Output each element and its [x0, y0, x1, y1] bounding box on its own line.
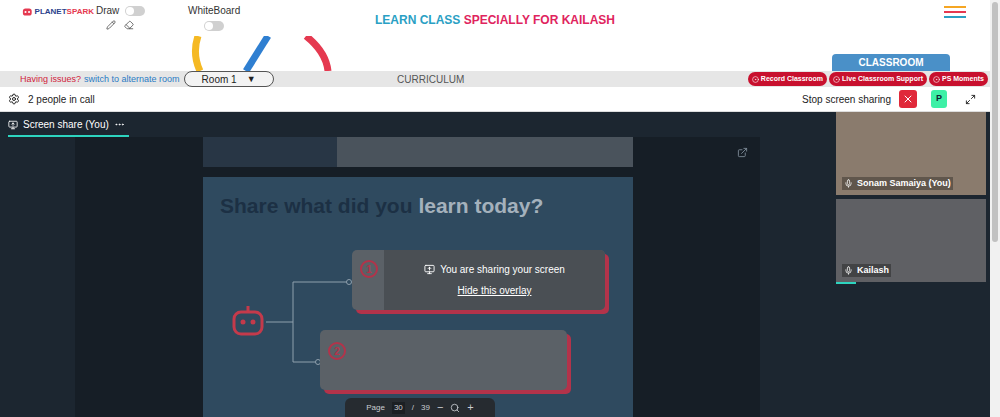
mic-icon[interactable]	[844, 266, 853, 275]
record-icon	[752, 76, 759, 83]
call-bar: 2 people in call Stop screen sharing P	[0, 87, 990, 112]
draw-toggle[interactable]	[125, 6, 145, 16]
stage: Screen share (You) Share what did you lea…	[0, 112, 990, 417]
participant-tile[interactable]: Kailash	[836, 199, 986, 282]
screen-share-icon	[8, 120, 18, 130]
hide-overlay-link[interactable]: Hide this overlay	[458, 283, 532, 298]
classroom-action-button[interactable]: PS Moments	[929, 72, 988, 86]
shared-screen: Share what did you learn today? 1You are …	[75, 137, 760, 417]
slide-heading: Share what did you learn today?	[220, 193, 633, 219]
decor-arcs-icon	[188, 36, 338, 71]
settings-icon[interactable]	[8, 93, 20, 105]
participant-tile[interactable]: Sonam Samaiya (You)	[836, 112, 986, 195]
open-external-icon[interactable]	[737, 147, 748, 158]
header: PLANETSPARKDraw WhiteBoard LEARN CLASS SPE…	[0, 0, 990, 36]
whiteboard-label: WhiteBoard	[188, 6, 240, 16]
more-icon[interactable]	[114, 119, 125, 130]
robot-icon	[230, 304, 266, 340]
close-icon	[902, 93, 914, 105]
issues-text: Having issues?	[20, 73, 81, 87]
mic-icon[interactable]	[844, 179, 853, 188]
people-count: 2 people in call	[28, 92, 95, 107]
room-select[interactable]: Room 1▼	[184, 71, 274, 87]
logo[interactable]: PLANETSPARK	[22, 6, 94, 18]
switch-room-link[interactable]: switch to alternate room	[84, 73, 180, 87]
record-icon	[833, 76, 840, 83]
scrollbar[interactable]	[990, 0, 1000, 417]
zoom-out-button[interactable]: −	[437, 399, 443, 416]
zoom-in-button[interactable]: +	[467, 399, 473, 416]
stop-sharing-button[interactable]	[899, 90, 917, 108]
curriculum-tab[interactable]: CURRICULUM	[397, 72, 464, 87]
zoom-icon[interactable]	[450, 403, 460, 413]
app: PLANETSPARKDraw WhiteBoard LEARN CLASS SPE…	[0, 0, 1000, 417]
draw-label: Draw	[96, 6, 119, 16]
room-bar: Having issues?switch to alternate room Ro…	[0, 71, 990, 87]
robot-logo-icon	[22, 6, 33, 18]
classroom-action-button[interactable]: Record Classroom	[748, 72, 827, 86]
menu-icon[interactable]	[944, 6, 966, 20]
stop-sharing-label: Stop screen sharing	[802, 92, 891, 107]
answer-card: 1You are sharing your screenHide this ov…	[352, 250, 605, 310]
classroom-button[interactable]: CLASSROOM	[832, 54, 950, 71]
page: PLANETSPARKDraw WhiteBoard LEARN CLASS SPE…	[0, 0, 990, 417]
slide: Share what did you learn today? 1You are …	[203, 137, 633, 417]
pager: Page30/39−+	[345, 398, 495, 417]
class-title: LEARN CLASS SPECIALLY FOR KAILASH	[375, 11, 615, 29]
screen-share-tab[interactable]: Screen share (You)	[8, 117, 129, 137]
avatar-button[interactable]: P	[931, 90, 947, 108]
banner-row: CLASSROOM	[0, 36, 990, 71]
pencil-icon[interactable]	[106, 20, 116, 30]
classroom-action-button[interactable]: Live Classroom Support	[829, 72, 927, 86]
sharing-icon	[424, 264, 435, 275]
sharing-overlay: You are sharing your screenHide this ove…	[384, 250, 605, 310]
fullscreen-icon[interactable]	[965, 94, 976, 105]
participants: Sonam Samaiya (You)Kailash	[836, 112, 986, 417]
record-icon	[933, 76, 940, 83]
answer-card: 2	[320, 330, 567, 390]
whiteboard-toggle[interactable]	[204, 21, 224, 31]
eraser-icon[interactable]	[124, 20, 134, 30]
